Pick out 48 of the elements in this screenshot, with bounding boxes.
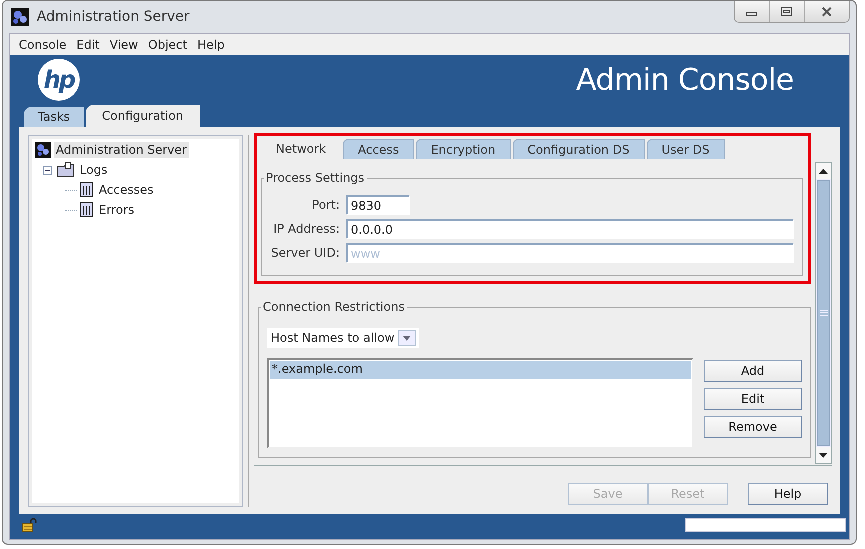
document-icon — [80, 182, 94, 198]
group-title: Process Settings — [265, 171, 366, 185]
header-title: Admin Console — [576, 62, 794, 98]
group-title: Connection Restrictions — [262, 300, 406, 314]
scrollbar[interactable] — [815, 162, 832, 464]
close-icon — [821, 6, 833, 16]
close-button[interactable] — [804, 1, 849, 22]
minimize-button[interactable] — [735, 1, 769, 22]
action-button[interactable]: Edit — [704, 388, 802, 410]
dropdown[interactable]: Host Names to allow — [267, 328, 419, 348]
footer-button[interactable]: Help — [748, 483, 828, 505]
list-item[interactable]: *.example.com — [270, 361, 691, 379]
field-label: Server UID: — [270, 246, 340, 260]
document-icon — [80, 202, 94, 218]
tree-item[interactable]: Errors — [97, 202, 137, 218]
folder-icon — [57, 162, 75, 178]
menu-item[interactable]: View — [104, 38, 144, 52]
tab[interactable]: Configuration — [86, 105, 200, 127]
input-field[interactable]: 9830 — [346, 195, 410, 215]
menu-item[interactable]: Help — [192, 38, 230, 52]
field-label: IP Address: — [272, 222, 340, 236]
tab[interactable]: Tasks — [24, 107, 84, 127]
collapse-toggle[interactable] — [43, 166, 52, 174]
app-icon — [11, 8, 29, 26]
gears-icon — [35, 142, 51, 158]
window-title: Administration Server — [37, 9, 191, 25]
tab[interactable]: Configuration DS — [512, 139, 645, 159]
tab[interactable]: User DS — [646, 139, 725, 159]
tab[interactable]: Encryption — [416, 139, 511, 159]
tab[interactable]: Access — [343, 139, 414, 159]
menu-item[interactable]: Console — [14, 38, 72, 52]
logo: hp — [38, 59, 80, 101]
caret-icon — [403, 336, 411, 340]
input-field[interactable]: 0.0.0.0 — [346, 219, 794, 239]
action-button[interactable]: Add — [704, 360, 802, 382]
grip-icon — [820, 310, 828, 316]
action-button[interactable]: Remove — [704, 416, 802, 438]
tree-item[interactable]: Logs — [78, 162, 110, 178]
down-arrow-icon — [819, 452, 828, 458]
field-label: Port: — [311, 198, 340, 212]
menu-item[interactable]: Edit — [72, 38, 105, 52]
padlock-icon — [22, 518, 38, 532]
up-arrow-icon — [819, 168, 828, 174]
tree-item[interactable]: Accesses — [97, 182, 156, 198]
menu-item[interactable]: Object — [143, 38, 192, 52]
maximize-icon — [781, 6, 793, 16]
maximize-button[interactable] — [769, 1, 804, 22]
tree-item[interactable]: Administration Server — [54, 142, 189, 158]
